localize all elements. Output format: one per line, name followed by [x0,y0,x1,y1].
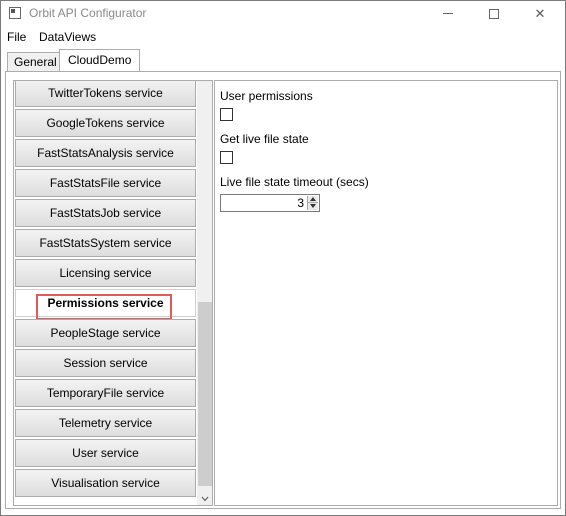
tab-general[interactable]: General [7,52,64,71]
live-file-state-checkbox[interactable] [220,151,233,164]
service-item-faststatsjob[interactable]: FastStatsJob service [15,199,196,227]
window-title: Orbit API Configurator [29,6,147,20]
chevron-down-icon[interactable] [201,495,209,503]
service-item-permissions[interactable]: Permissions service [15,289,196,320]
minimize-icon [443,13,453,14]
timeout-label: Live file state timeout (secs) [220,175,369,189]
annotation-highlight-box [36,294,172,320]
service-list: TwitterTokens service GoogleTokens servi… [13,80,213,506]
service-item-label: PeopleStage service [50,326,161,340]
service-item-peoplestage[interactable]: PeopleStage service [15,319,196,347]
service-item-session[interactable]: Session service [15,349,196,377]
service-item-label: Telemetry service [58,416,153,430]
service-item-label: FastStatsFile service [49,176,162,190]
service-item-label: FastStatsSystem service [39,236,172,250]
timeout-numeric-input[interactable]: 3 [220,194,320,212]
service-item-label: FastStatsJob service [49,206,162,220]
close-button[interactable]: ✕ [517,1,563,26]
service-item-licensing[interactable]: Licensing service [15,259,196,287]
service-item-label: User service [72,446,139,460]
service-item-faststatsfile[interactable]: FastStatsFile service [15,169,196,197]
settings-panel: User permissions Get live file state Liv… [214,80,558,506]
maximize-button[interactable] [471,1,517,26]
timeout-spinner [307,196,318,210]
service-item-label: Session service [63,356,148,370]
service-item-faststatsanalysis[interactable]: FastStatsAnalysis service [15,139,196,167]
service-item-faststatssystem[interactable]: FastStatsSystem service [15,229,196,257]
service-item-label: Visualisation service [51,476,160,490]
menu-bar: File DataViews [1,27,565,47]
service-item-user[interactable]: User service [15,439,196,467]
timeout-value: 3 [297,196,304,210]
arrow-up-icon [310,197,316,201]
arrow-down-icon [310,204,316,208]
service-item-label: Licensing service [59,266,152,280]
title-bar[interactable]: Orbit API Configurator ✕ [1,1,565,26]
service-list-scrollbar[interactable] [197,81,212,505]
maximize-icon [489,8,499,19]
menu-dataviews[interactable]: DataViews [39,30,96,44]
service-item-label: FastStatsAnalysis service [37,146,174,160]
service-item-telemetry[interactable]: Telemetry service [15,409,196,437]
app-window: Orbit API Configurator ✕ File DataViews … [0,0,566,516]
spin-up-button[interactable] [308,196,318,203]
minimize-button[interactable] [425,1,471,26]
tab-strip: General CloudDemo [5,49,565,71]
scrollbar-thumb[interactable] [198,302,212,486]
service-item-label: TwitterTokens service [48,86,163,100]
service-item-label: TemporaryFile service [46,386,165,400]
user-permissions-checkbox[interactable] [220,108,233,121]
service-item-temporaryfile[interactable]: TemporaryFile service [15,379,196,407]
user-permissions-label: User permissions [220,89,313,103]
tab-clouddemo[interactable]: CloudDemo [59,49,141,71]
spin-down-button[interactable] [308,203,318,210]
service-item-twittertokens[interactable]: TwitterTokens service [15,81,196,107]
service-item-googletokens[interactable]: GoogleTokens service [15,109,196,137]
service-item-visualisation[interactable]: Visualisation service [15,469,196,497]
app-icon [9,7,21,19]
close-icon: ✕ [534,5,546,21]
menu-file[interactable]: File [7,30,26,44]
live-file-state-label: Get live file state [220,132,309,146]
service-item-label: GoogleTokens service [46,116,165,130]
tab-panel-clouddemo: TwitterTokens service GoogleTokens servi… [5,71,561,509]
